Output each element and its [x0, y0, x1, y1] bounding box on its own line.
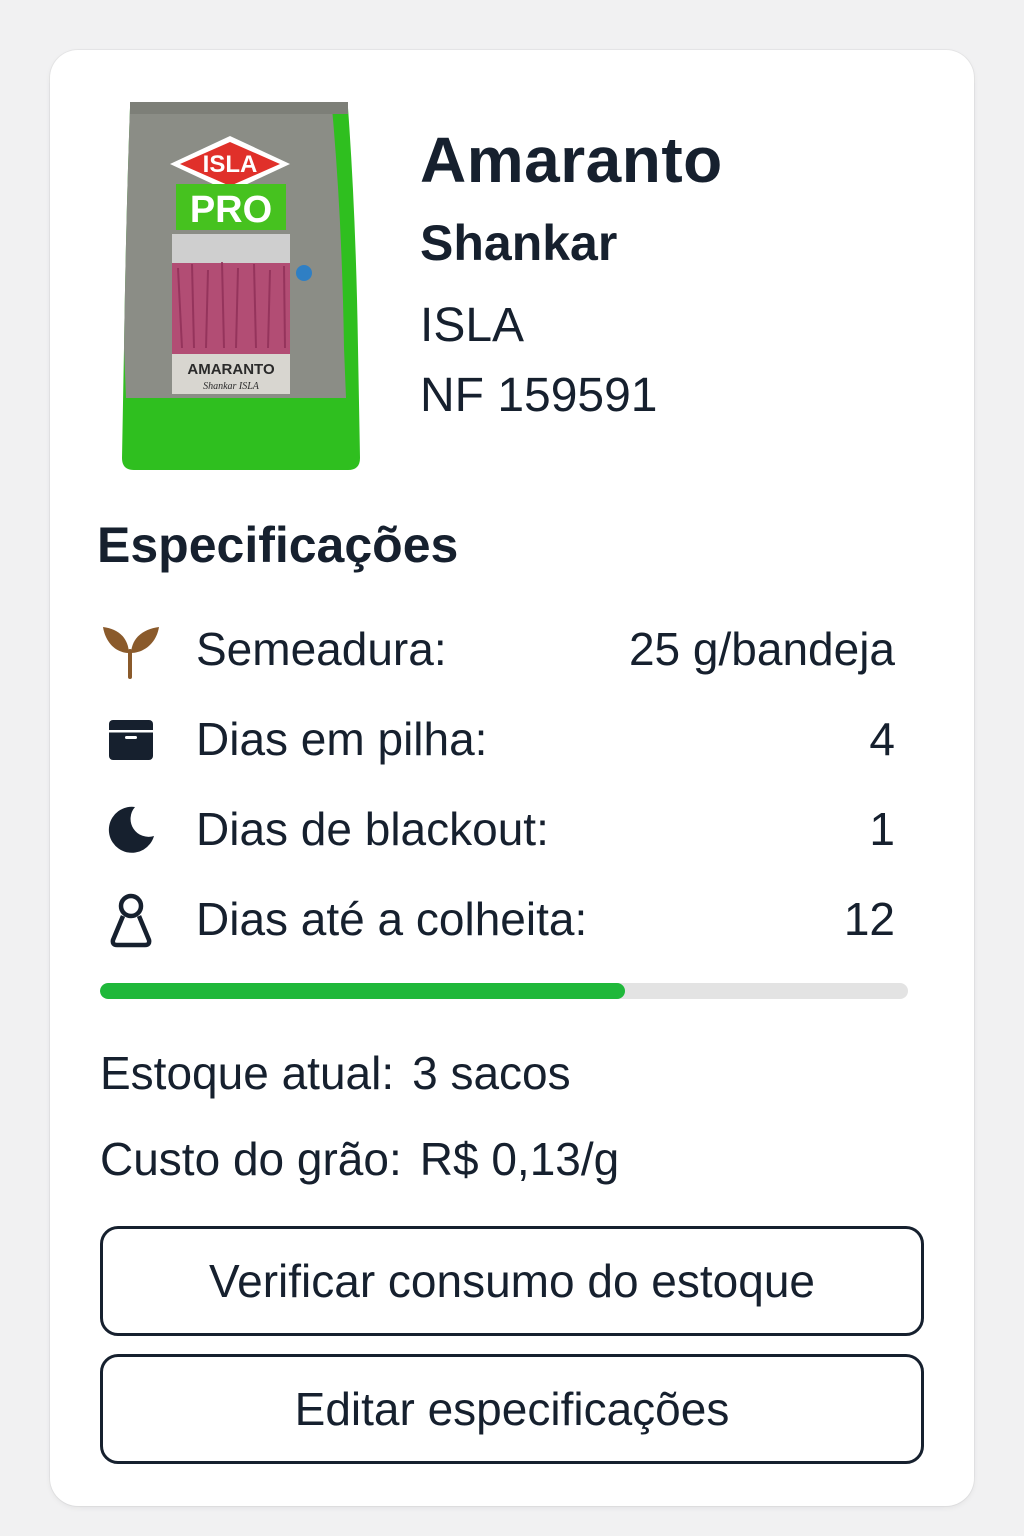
cost-value: R$ 0,13/g	[419, 1133, 620, 1185]
product-brand: ISLA	[420, 299, 525, 352]
product-card: ISLA PRO AMARANTO Shankar ISLA Amaranto …	[50, 50, 974, 1506]
stock-value: 3 sacos	[412, 1047, 571, 1099]
box-icon	[100, 710, 162, 770]
specs-title: Especificações	[97, 517, 459, 573]
product-package-image: ISLA PRO AMARANTO Shankar ISLA	[122, 102, 360, 470]
cost-line: Custo do grão: R$ 0,13/g	[100, 1136, 619, 1182]
spec-row-harvest-days: Dias até a colheita: 12	[100, 890, 895, 950]
stock-line: Estoque atual: 3 sacos	[100, 1050, 571, 1096]
product-header: Amaranto Shankar ISLA NF 159591	[420, 128, 723, 420]
spec-label: Dias em pilha:	[196, 713, 488, 765]
spec-row-blackout-days: Dias de blackout: 1	[100, 800, 895, 860]
spec-value: 25 g/bandeja	[628, 623, 895, 675]
product-name: Amaranto	[420, 124, 723, 196]
moon-icon	[100, 800, 162, 860]
check-stock-consumption-button[interactable]: Verificar consumo do estoque	[100, 1226, 924, 1336]
harvest-progress-bar	[100, 983, 908, 999]
spec-row-seeding: Semeadura: 25 g/bandeja	[100, 620, 895, 680]
cost-label: Custo do grão:	[100, 1133, 402, 1185]
product-variety: Shankar	[420, 215, 618, 271]
spec-label: Semeadura:	[196, 623, 447, 675]
invoice-number: NF 159591	[420, 369, 658, 422]
spec-value: 12	[843, 893, 895, 945]
spec-value: 4	[869, 713, 895, 765]
harvest-icon	[100, 890, 162, 950]
spec-row-stack-days: Dias em pilha: 4	[100, 710, 895, 770]
package-label-text: AMARANTO	[187, 361, 275, 378]
sprout-icon	[100, 620, 162, 680]
spec-label: Dias até a colheita:	[196, 893, 588, 945]
package-line-text: PRO	[190, 189, 272, 231]
stock-label: Estoque atual:	[100, 1047, 395, 1099]
package-sublabel-text: Shankar ISLA	[203, 381, 260, 392]
package-logo-text: ISLA	[203, 151, 258, 178]
edit-specs-button[interactable]: Editar especificações	[100, 1354, 924, 1464]
spec-label: Dias de blackout:	[196, 803, 549, 855]
spec-value: 1	[869, 803, 895, 855]
progress-fill	[100, 983, 626, 999]
